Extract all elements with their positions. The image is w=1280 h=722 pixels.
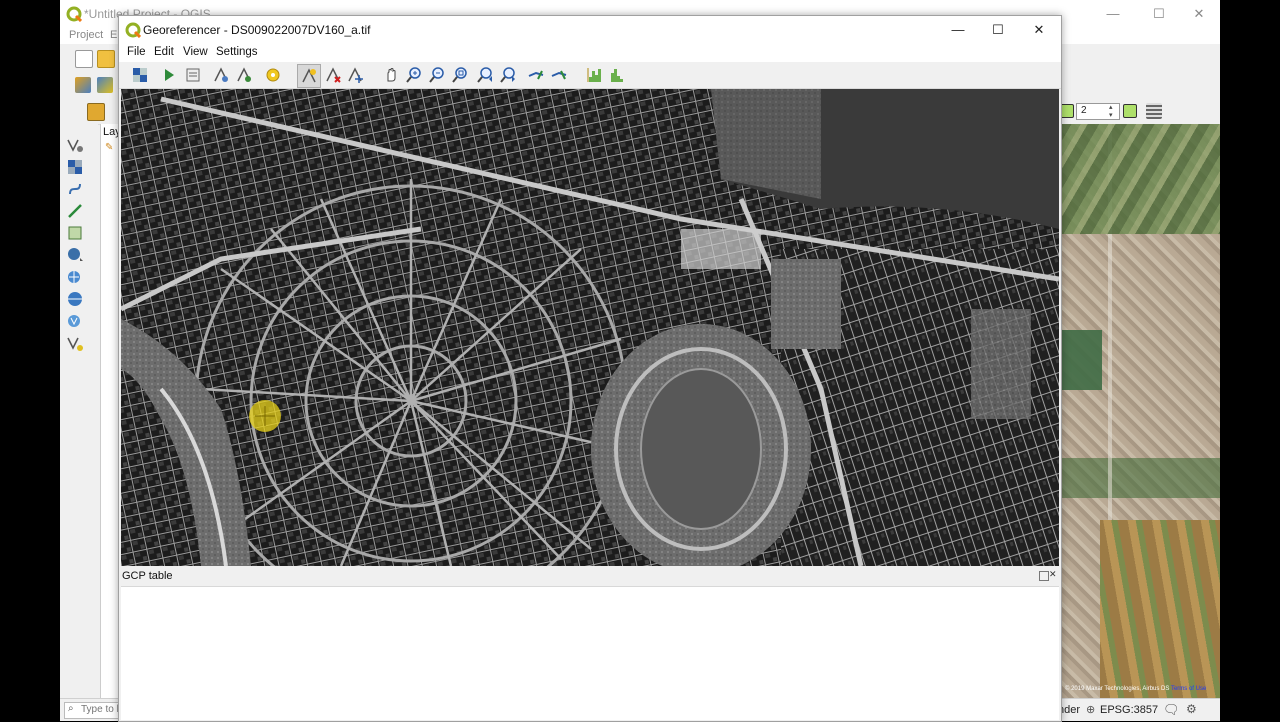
add-point-toggle[interactable] bbox=[297, 64, 321, 88]
link-qgis-icon[interactable] bbox=[551, 67, 567, 83]
geo-close-button[interactable]: ✕ bbox=[1016, 16, 1062, 44]
search-icon: ⌕ bbox=[68, 703, 74, 714]
geo-maximize-button[interactable]: ☐ bbox=[975, 16, 1021, 44]
close-panel-icon[interactable]: ✕ bbox=[1049, 569, 1057, 580]
georeferencer-toolbar bbox=[119, 62, 1061, 89]
next-icon[interactable] bbox=[1123, 104, 1137, 118]
map-vegetation-area bbox=[1060, 124, 1220, 234]
pan-icon[interactable] bbox=[383, 67, 399, 83]
crs-globe-icon: ⊕ bbox=[1086, 704, 1096, 716]
left-layer-toolbar bbox=[60, 124, 98, 704]
full-histogram-stretch-icon[interactable] bbox=[609, 67, 625, 83]
main-close-button[interactable]: ✕ bbox=[1176, 0, 1222, 28]
map-attribution: © 2019 Maxar Technologies, Airbus DS Ter… bbox=[1065, 686, 1206, 692]
save-gcp-icon[interactable] bbox=[236, 67, 252, 83]
start-georeferencing-icon[interactable] bbox=[161, 67, 177, 83]
zoom-to-layer-icon[interactable] bbox=[452, 67, 468, 83]
menu-file[interactable]: File bbox=[127, 46, 146, 58]
menu-view[interactable]: View bbox=[183, 46, 208, 58]
historical-aerial-raster bbox=[121, 89, 1059, 566]
data-source-manager-icon[interactable] bbox=[75, 77, 91, 93]
georeferencer-window: Georeferencer - DS009022007DV160_a.tif —… bbox=[118, 15, 1062, 722]
plugin-icon[interactable] bbox=[87, 103, 105, 121]
terms-of-use-link[interactable]: Terms of Use bbox=[1171, 686, 1206, 692]
qgis-logo-icon bbox=[66, 6, 82, 22]
main-minimize-button[interactable]: — bbox=[1090, 0, 1136, 28]
zoom-out-icon[interactable] bbox=[429, 67, 445, 83]
log-icon[interactable]: ⚙ bbox=[1186, 702, 1197, 716]
crs-button[interactable]: EPSG:3857 bbox=[1100, 704, 1158, 716]
map-fields-area bbox=[1100, 520, 1220, 698]
georeferencer-menubar: File Edit View Settings bbox=[119, 44, 1061, 62]
zoom-in-icon[interactable] bbox=[406, 67, 422, 83]
messages-icon[interactable]: 🗨 bbox=[1163, 702, 1180, 718]
new-shapefile-icon[interactable] bbox=[66, 334, 84, 352]
qgis-logo-icon bbox=[125, 22, 141, 38]
menu-edit[interactable]: E bbox=[110, 29, 117, 41]
menu-edit[interactable]: Edit bbox=[154, 46, 174, 58]
page-spinbox[interactable]: 2 ▴ ▾ bbox=[1076, 103, 1120, 120]
locator-search[interactable]: ⌕ bbox=[64, 702, 126, 719]
delete-point-icon[interactable] bbox=[325, 67, 341, 83]
zoom-last-icon[interactable] bbox=[477, 67, 493, 83]
add-wms-layer-icon[interactable] bbox=[66, 268, 84, 286]
gcp-table-header: GCP table ✕ bbox=[119, 568, 1061, 586]
add-postgis-icon[interactable] bbox=[66, 246, 84, 264]
map-attribution-text: © 2019 Maxar Technologies, Airbus DS bbox=[1065, 686, 1170, 692]
open-project-icon[interactable] bbox=[97, 50, 115, 68]
add-wcs-layer-icon[interactable] bbox=[66, 290, 84, 308]
georeferencer-titlebar: Georeferencer - DS009022007DV160_a.tif —… bbox=[119, 16, 1061, 44]
link-georeferencer-icon[interactable] bbox=[528, 67, 544, 83]
add-wfs-layer-icon[interactable] bbox=[66, 312, 84, 330]
page-spinbox-value: 2 bbox=[1081, 105, 1087, 116]
new-project-icon[interactable] bbox=[75, 50, 93, 68]
add-point-icon bbox=[302, 68, 316, 83]
table-icon[interactable] bbox=[1146, 103, 1162, 119]
zoom-next-icon[interactable] bbox=[500, 67, 516, 83]
add-mesh-layer-icon[interactable] bbox=[66, 180, 84, 198]
menu-project[interactable]: Project bbox=[69, 29, 103, 41]
menu-settings[interactable]: Settings bbox=[216, 46, 258, 58]
float-panel-icon[interactable] bbox=[1039, 571, 1049, 581]
new-layer-icon[interactable] bbox=[97, 77, 113, 93]
generate-gdal-script-icon[interactable] bbox=[185, 67, 201, 83]
open-raster-icon[interactable] bbox=[132, 67, 148, 83]
layer-style-icon[interactable]: ✎ bbox=[105, 142, 113, 153]
load-gcp-icon[interactable] bbox=[213, 67, 229, 83]
add-spatialite-icon[interactable] bbox=[66, 224, 84, 242]
previous-icon[interactable] bbox=[1060, 104, 1074, 118]
gcp-table-title: GCP table bbox=[122, 570, 173, 582]
georeferencer-title: Georeferencer - DS009022007DV160_a.tif bbox=[143, 23, 371, 37]
add-raster-layer-icon[interactable] bbox=[66, 158, 84, 176]
add-vector-layer-icon[interactable] bbox=[66, 136, 84, 154]
spin-arrows-icon[interactable]: ▴ ▾ bbox=[1109, 103, 1113, 119]
map-park-area bbox=[1060, 330, 1102, 390]
add-delimited-text-icon[interactable] bbox=[66, 202, 84, 220]
local-histogram-stretch-icon[interactable] bbox=[587, 67, 603, 83]
georeferencer-raster-canvas[interactable] bbox=[121, 89, 1059, 566]
gcp-marker[interactable] bbox=[249, 400, 281, 432]
transformation-settings-icon[interactable] bbox=[265, 67, 281, 83]
move-point-icon[interactable] bbox=[347, 67, 363, 83]
gcp-table[interactable] bbox=[121, 586, 1059, 720]
